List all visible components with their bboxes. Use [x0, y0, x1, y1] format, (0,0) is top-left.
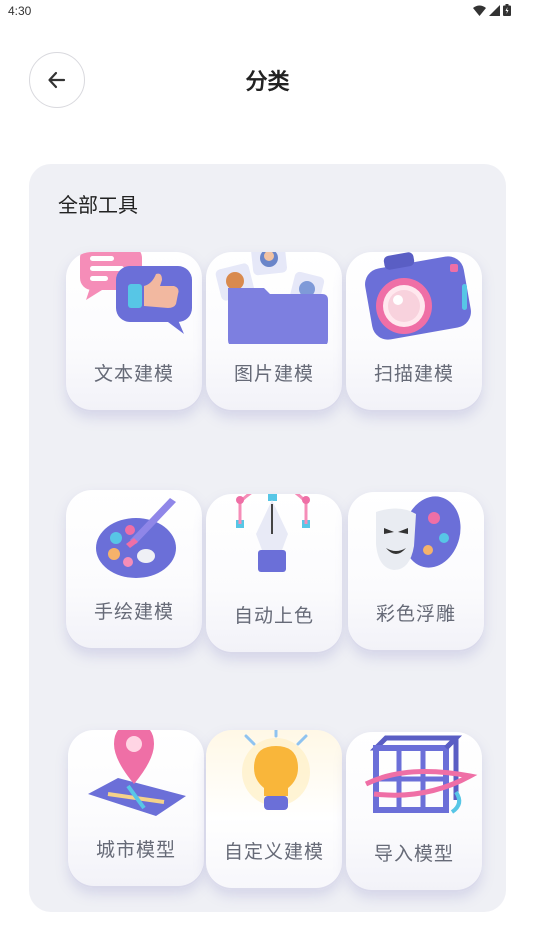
- status-icons: [473, 4, 511, 16]
- tool-label: 自定义建模: [223, 841, 324, 863]
- section-title: 全部工具: [58, 193, 138, 217]
- tool-label: 自动上色: [233, 605, 314, 627]
- tool-color-relief[interactable]: 彩色浮雕: [348, 492, 484, 652]
- pen-tool-icon: [236, 494, 310, 572]
- tool-image-modeling[interactable]: 图片建模: [206, 252, 342, 412]
- tool-hand-drawn-modeling[interactable]: 手绘建模: [66, 490, 202, 650]
- signal-icon: [489, 4, 500, 16]
- wifi-icon: [473, 5, 486, 16]
- status-time: 4:30: [8, 4, 32, 18]
- status-bar: 4:30: [0, 0, 535, 24]
- theater-mask-icon: [376, 496, 461, 570]
- tool-auto-coloring[interactable]: 自动上色: [206, 494, 342, 654]
- map-pin-icon: [88, 730, 186, 816]
- tool-text-modeling[interactable]: 文本建模: [66, 252, 202, 412]
- chat-bubbles-icon: [80, 252, 192, 334]
- paint-palette-icon: [96, 498, 176, 578]
- tool-label: 扫描建模: [373, 363, 454, 385]
- tool-city-model[interactable]: 城市模型: [68, 730, 204, 888]
- tool-label: 导入模型: [373, 843, 454, 865]
- lightbulb-icon: [242, 730, 310, 810]
- tool-label: 手绘建模: [93, 601, 174, 623]
- battery-icon: [503, 4, 511, 16]
- tool-import-model[interactable]: 导入模型: [346, 732, 482, 892]
- camera-icon: [365, 252, 471, 340]
- tool-label: 城市模型: [95, 839, 176, 861]
- tool-custom-modeling[interactable]: 自定义建模: [206, 730, 342, 890]
- tools-panel: 全部工具 文本建模 图片建模 扫描建模 手绘建模 自动上色 彩色浮雕 城市模型 …: [29, 164, 506, 912]
- tool-label: 文本建模: [93, 363, 174, 385]
- tool-label: 彩色浮雕: [375, 603, 456, 625]
- tool-label: 图片建模: [233, 363, 314, 385]
- page-title: 分类: [245, 70, 290, 95]
- wireframe-cube-icon: [364, 735, 478, 814]
- tool-scan-modeling[interactable]: 扫描建模: [346, 252, 482, 412]
- photo-folder-icon: [215, 252, 328, 344]
